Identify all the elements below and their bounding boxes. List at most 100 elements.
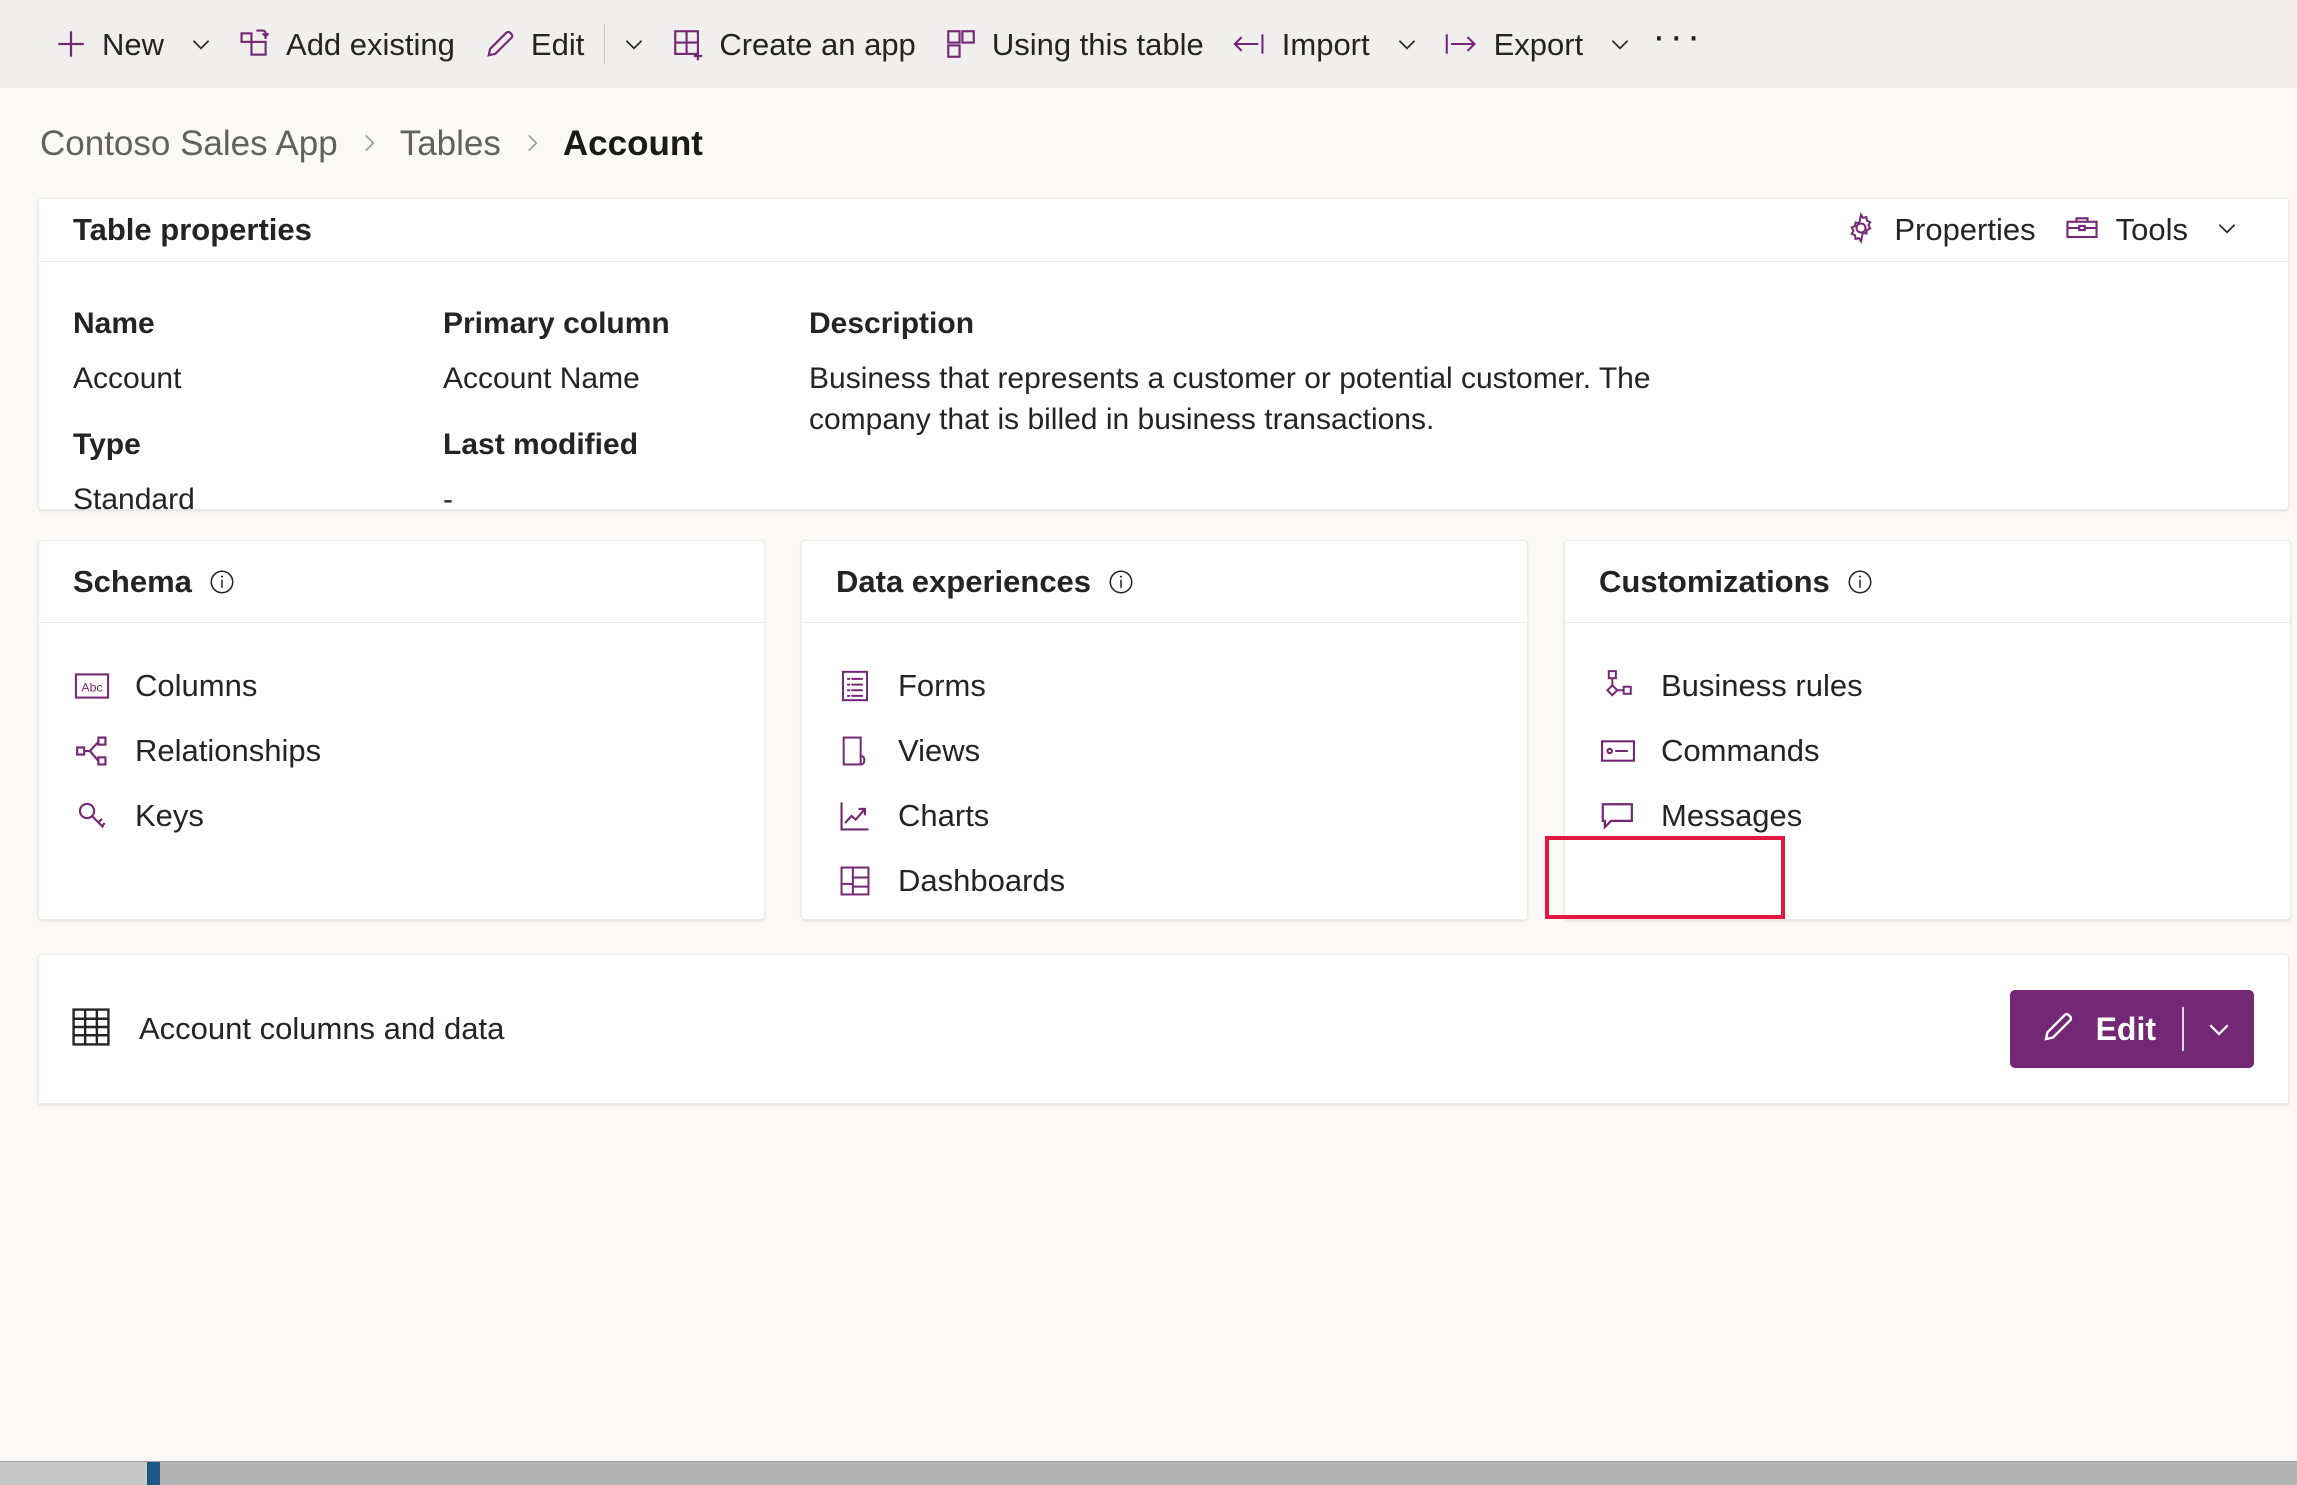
new-caret[interactable] xyxy=(178,12,224,76)
breadcrumb-item-account: Account xyxy=(562,123,703,163)
table-properties-title: Table properties xyxy=(73,212,312,247)
key-icon xyxy=(73,799,111,833)
schema-card: Schema Abc Columns Relationships Keys xyxy=(38,540,765,920)
info-icon[interactable] xyxy=(1107,568,1135,596)
grid-active-column-marker xyxy=(147,1462,160,1485)
type-value: Standard xyxy=(73,482,195,516)
primary-column-label: Primary column xyxy=(443,307,670,340)
breadcrumb-item-app[interactable]: Contoso Sales App xyxy=(40,126,338,161)
name-value: Account xyxy=(73,362,182,395)
link-views[interactable]: Views xyxy=(802,718,1527,783)
data-experiences-card-title: Data experiences xyxy=(836,563,1092,599)
schema-card-body: Abc Columns Relationships Keys xyxy=(39,623,764,848)
toolbox-icon xyxy=(2064,211,2100,250)
data-experiences-card-header: Data experiences xyxy=(802,541,1527,623)
view-icon xyxy=(836,734,874,768)
last-modified-label: Last modified xyxy=(443,427,639,461)
table-properties-panel: Table properties Properties Tools Name A… xyxy=(38,198,2289,516)
create-app-icon xyxy=(671,27,705,61)
gear-icon xyxy=(1844,211,1878,250)
breadcrumb-item-tables[interactable]: Tables xyxy=(400,126,501,161)
info-icon[interactable] xyxy=(1846,568,1874,596)
import-label: Import xyxy=(1281,26,1370,62)
link-forms[interactable]: Forms xyxy=(802,653,1527,718)
account-columns-and-data-panel: Account columns and data Edit xyxy=(38,954,2289,1104)
description-value: Business that represents a customer or p… xyxy=(809,362,1651,436)
link-business-rules[interactable]: Business rules xyxy=(1565,653,2290,718)
schema-card-title: Schema xyxy=(73,563,192,599)
grid-row-selector-column xyxy=(0,1462,147,1485)
link-forms-label: Forms xyxy=(898,667,986,703)
edit-button[interactable]: Edit xyxy=(469,12,598,76)
overflow-menu-button[interactable]: ··· xyxy=(1643,12,1713,76)
relationships-icon xyxy=(73,734,111,768)
export-icon xyxy=(1444,27,1480,61)
link-dashboards-label: Dashboards xyxy=(898,862,1066,898)
form-icon xyxy=(836,669,874,703)
link-columns[interactable]: Abc Columns xyxy=(39,653,764,718)
data-experiences-card-body: Forms Views Charts Dashboards xyxy=(802,623,1527,913)
edit-label: Edit xyxy=(530,26,585,62)
add-existing-button[interactable]: Add existing xyxy=(224,12,469,76)
chevron-down-icon[interactable] xyxy=(2184,990,2254,1068)
link-charts[interactable]: Charts xyxy=(802,783,1527,848)
link-relationships-label: Relationships xyxy=(135,732,322,768)
type-label: Type xyxy=(73,427,141,461)
edit-caret[interactable] xyxy=(611,12,657,76)
link-business-rules-label: Business rules xyxy=(1661,667,1863,703)
messages-highlight-box xyxy=(1545,836,1785,919)
customizations-card-title: Customizations xyxy=(1599,563,1830,599)
properties-column-name: Name Account Type Standard xyxy=(73,306,443,547)
add-existing-icon xyxy=(238,27,272,61)
link-columns-label: Columns xyxy=(135,667,258,703)
pencil-icon xyxy=(2040,1009,2076,1050)
breadcrumb: Contoso Sales App Tables Account xyxy=(0,88,2297,198)
customizations-card-body: Business rules Commands Messages xyxy=(1565,623,2290,848)
command-bar: New Add existing Edit Create an app Usin… xyxy=(0,0,2297,88)
import-button[interactable]: Import xyxy=(1218,12,1384,76)
table-properties-actions: Properties Tools xyxy=(1830,199,2254,261)
link-messages-label: Messages xyxy=(1661,797,1803,833)
link-charts-label: Charts xyxy=(898,797,990,833)
chevron-right-icon xyxy=(519,130,545,156)
properties-column-primary: Primary column Account Name Last modifie… xyxy=(443,306,809,547)
export-caret[interactable] xyxy=(1597,12,1643,76)
pencil-icon xyxy=(483,27,517,61)
export-button[interactable]: Export xyxy=(1430,12,1598,76)
edit-grid-button[interactable]: Edit xyxy=(2009,990,2254,1068)
create-an-app-label: Create an app xyxy=(719,26,916,62)
chevron-down-icon[interactable] xyxy=(2214,215,2240,246)
new-button[interactable]: New xyxy=(40,12,178,76)
using-this-table-label: Using this table xyxy=(991,26,1204,62)
link-commands-label: Commands xyxy=(1661,732,1820,768)
using-this-table-button[interactable]: Using this table xyxy=(930,12,1218,76)
edit-grid-button-label: Edit xyxy=(2095,1010,2156,1047)
schema-card-header: Schema xyxy=(39,541,764,623)
table-grid-icon xyxy=(69,1005,113,1054)
abc-icon: Abc xyxy=(73,671,111,701)
link-messages[interactable]: Messages xyxy=(1565,783,2290,848)
tools-button[interactable]: Tools xyxy=(2050,199,2254,261)
table-properties-header: Table properties Properties Tools xyxy=(39,199,2288,262)
properties-button[interactable]: Properties xyxy=(1830,199,2049,261)
link-keys[interactable]: Keys xyxy=(39,783,764,848)
edit-grid-button-main[interactable]: Edit xyxy=(2010,990,2182,1068)
feature-cards-row: Schema Abc Columns Relationships Keys Da… xyxy=(38,540,2297,920)
create-an-app-button[interactable]: Create an app xyxy=(657,12,929,76)
link-dashboards[interactable]: Dashboards xyxy=(802,848,1527,913)
page-bottom-left-filler xyxy=(0,1371,38,1461)
chevron-right-icon xyxy=(356,130,382,156)
link-relationships[interactable]: Relationships xyxy=(39,718,764,783)
primary-column-value: Account Name xyxy=(443,362,640,395)
add-existing-label: Add existing xyxy=(286,26,455,62)
info-icon[interactable] xyxy=(208,568,236,596)
name-label: Name xyxy=(73,307,155,340)
customizations-card-header: Customizations xyxy=(1565,541,2290,623)
last-modified-value: - xyxy=(443,482,453,516)
link-commands[interactable]: Commands xyxy=(1565,718,2290,783)
chart-icon xyxy=(836,799,874,833)
import-caret[interactable] xyxy=(1384,12,1430,76)
business-rules-icon xyxy=(1599,669,1637,703)
grid-panel-left: Account columns and data xyxy=(69,1005,504,1054)
edit-divider xyxy=(604,24,606,64)
